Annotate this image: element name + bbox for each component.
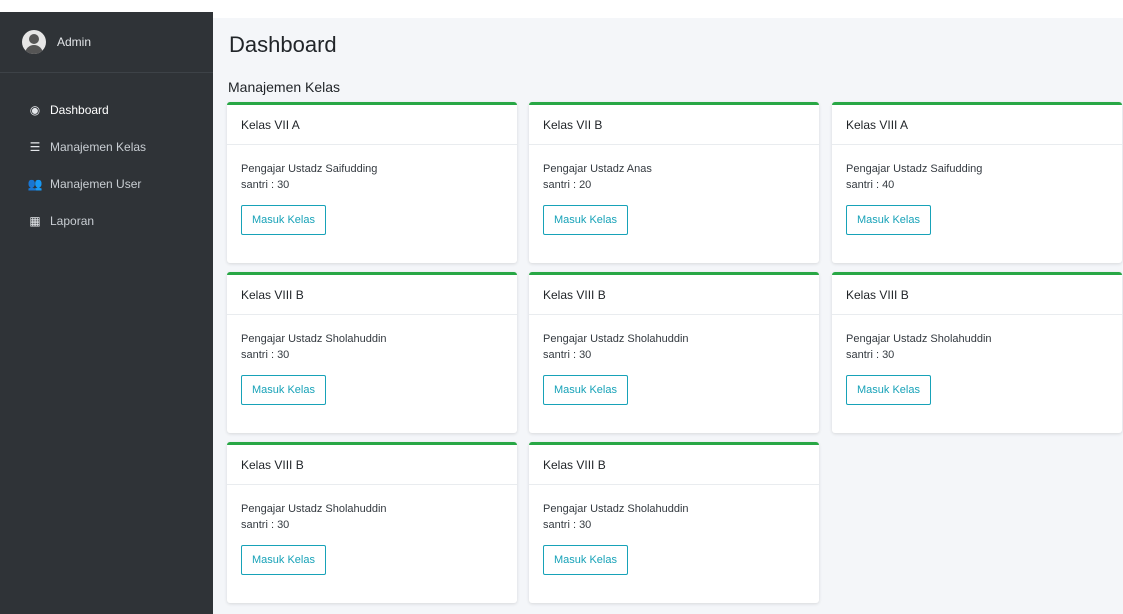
sidebar-item-manajemen-user[interactable]: 👥 Manajemen User [0,165,213,202]
class-card: Kelas VII A Pengajar Ustadz Saifudding s… [227,102,517,263]
enter-class-button[interactable]: Masuk Kelas [543,545,628,575]
class-student-count: santri : 30 [241,519,290,531]
sidebar-item-label: Manajemen User [50,176,142,191]
class-card-body: Pengajar Ustadz Sholahuddin santri : 30 … [529,485,819,575]
app-root: Admin ◉ Dashboard ☰ Manajemen Kelas 👥 Ma… [0,0,1123,614]
class-card-body: Pengajar Ustadz Saifudding santri : 40 M… [832,145,1122,235]
enter-class-button[interactable]: Masuk Kelas [241,545,326,575]
user-panel[interactable]: Admin [0,12,213,73]
class-card-title: Kelas VIII B [529,275,819,315]
class-teacher: Pengajar Ustadz Sholahuddin [846,333,992,345]
class-card: Kelas VIII B Pengajar Ustadz Sholahuddin… [227,442,517,603]
class-card-title: Kelas VIII B [227,275,517,315]
sidebar-item-label: Dashboard [50,102,109,117]
class-card-body: Pengajar Ustadz Anas santri : 20 Masuk K… [529,145,819,235]
class-student-count: santri : 30 [543,349,592,361]
enter-class-button[interactable]: Masuk Kelas [846,205,931,235]
sidebar-item-label: Laporan [50,213,95,228]
class-student-count: santri : 30 [241,349,290,361]
user-name: Admin [57,35,92,49]
class-card-body: Pengajar Ustadz Sholahuddin santri : 30 … [227,315,517,405]
class-teacher: Pengajar Ustadz Anas [543,163,652,175]
sidebar-item-dashboard[interactable]: ◉ Dashboard [0,91,213,128]
tachometer-icon: ◉ [29,102,41,117]
sidebar: Admin ◉ Dashboard ☰ Manajemen Kelas 👥 Ma… [0,12,213,614]
class-card: Kelas VIII B Pengajar Ustadz Sholahuddin… [529,442,819,603]
class-teacher: Pengajar Ustadz Sholahuddin [241,333,387,345]
enter-class-button[interactable]: Masuk Kelas [241,205,326,235]
main-content: Dashboard Manajemen Kelas Kelas VII A Pe… [213,18,1123,614]
class-teacher: Pengajar Ustadz Sholahuddin [241,503,387,515]
sidebar-nav: ◉ Dashboard ☰ Manajemen Kelas 👥 Manajeme… [0,91,213,239]
grid-icon: ▦ [29,213,41,228]
class-student-count: santri : 40 [846,179,895,191]
class-card: Kelas VIII B Pengajar Ustadz Sholahuddin… [529,272,819,433]
class-card-body: Pengajar Ustadz Sholahuddin santri : 30 … [529,315,819,405]
class-teacher: Pengajar Ustadz Sholahuddin [543,503,689,515]
class-card-title: Kelas VII B [529,105,819,145]
sidebar-item-label: Manajemen Kelas [50,139,147,154]
list-icon: ☰ [29,139,41,154]
enter-class-button[interactable]: Masuk Kelas [543,205,628,235]
class-teacher: Pengajar Ustadz Saifudding [846,163,983,175]
class-card: Kelas VIII A Pengajar Ustadz Saifudding … [832,102,1122,263]
class-card-title: Kelas VIII A [832,105,1122,145]
class-student-count: santri : 30 [543,519,592,531]
sidebar-item-manajemen-kelas[interactable]: ☰ Manajemen Kelas [0,128,213,165]
class-card: Kelas VII B Pengajar Ustadz Anas santri … [529,102,819,263]
page-title: Dashboard [229,32,337,57]
class-card: Kelas VIII B Pengajar Ustadz Sholahuddin… [832,272,1122,433]
sidebar-item-laporan[interactable]: ▦ Laporan [0,202,213,239]
class-card-body: Pengajar Ustadz Sholahuddin santri : 30 … [227,485,517,575]
class-card-title: Kelas VIII B [227,445,517,485]
avatar-body-shape [25,45,43,54]
class-student-count: santri : 20 [543,179,592,191]
section-title: Manajemen Kelas [228,79,341,95]
class-student-count: santri : 30 [241,179,290,191]
users-icon: 👥 [27,176,43,191]
enter-class-button[interactable]: Masuk Kelas [846,375,931,405]
avatar-head-shape [29,34,39,44]
class-teacher: Pengajar Ustadz Sholahuddin [543,333,689,345]
class-card: Kelas VIII B Pengajar Ustadz Sholahuddin… [227,272,517,433]
class-card-body: Pengajar Ustadz Sholahuddin santri : 30 … [832,315,1122,405]
enter-class-button[interactable]: Masuk Kelas [241,375,326,405]
class-card-title: Kelas VII A [227,105,517,145]
enter-class-button[interactable]: Masuk Kelas [543,375,628,405]
class-student-count: santri : 30 [846,349,895,361]
avatar [22,30,46,54]
class-card-body: Pengajar Ustadz Saifudding santri : 30 M… [227,145,517,235]
class-card-title: Kelas VIII B [832,275,1122,315]
class-teacher: Pengajar Ustadz Saifudding [241,163,378,175]
class-card-title: Kelas VIII B [529,445,819,485]
